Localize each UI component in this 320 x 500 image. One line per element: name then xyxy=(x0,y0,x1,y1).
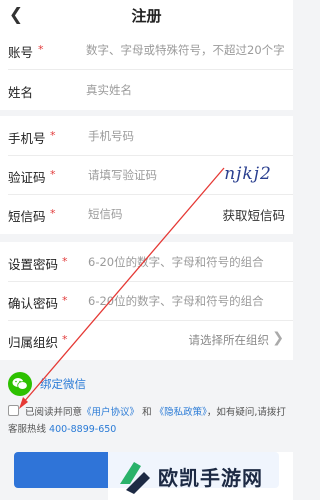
phone-input[interactable]: 手机号码 xyxy=(88,128,134,144)
password-row: 设置密码 * 6-20位的数字、字母和符号的组合 xyxy=(0,242,293,282)
confirm-password-label: 确认密码 xyxy=(8,296,59,311)
privacy-policy-link[interactable]: 《隐私政策》 xyxy=(155,407,207,418)
hotline-number[interactable]: 400-8899-650 xyxy=(49,424,116,435)
required-mark: * xyxy=(38,43,44,56)
name-label: 姓名 xyxy=(8,85,34,100)
page-title: 注册 xyxy=(131,7,162,25)
user-agreement-link[interactable]: 《用户协议》 xyxy=(82,407,139,418)
watermark: 欧凯手游网 xyxy=(108,452,293,500)
account-label: 账号 xyxy=(8,45,34,60)
organization-row[interactable]: 归属组织 * 请选择所在组织 ❯ xyxy=(0,320,293,360)
chevron-right-icon: ❯ xyxy=(272,330,284,346)
watermark-logo-icon xyxy=(120,462,150,494)
captcha-input[interactable]: 请填写验证码 xyxy=(88,167,157,183)
confirm-password-input[interactable]: 6-20位的数字、字母和符号的组合 xyxy=(88,293,264,309)
required-mark: * xyxy=(50,168,56,181)
bind-wechat-label: 绑定微信 xyxy=(40,377,86,391)
account-row: 账号 * 数字、字母或特殊符号，不超过20个字 xyxy=(0,30,293,70)
sms-input[interactable]: 短信码 xyxy=(88,206,123,222)
agreement-text: 已阅读并同意《用户协议》 和 《隐私政策》，如有疑问,请拨打客服热线 400-8… xyxy=(8,404,290,438)
agreement-and: 和 xyxy=(142,407,152,418)
required-mark: * xyxy=(62,255,68,268)
confirm-password-row: 确认密码 * 6-20位的数字、字母和符号的组合 xyxy=(0,281,293,321)
sms-row: 短信码 * 短信码 获取短信码 xyxy=(0,194,293,234)
account-card: 账号 * 数字、字母或特殊符号，不超过20个字 姓名 真实姓名 xyxy=(0,30,293,110)
bind-wechat-button[interactable]: 绑定微信 xyxy=(8,371,86,397)
password-input[interactable]: 6-20位的数字、字母和符号的组合 xyxy=(88,254,264,270)
nav-header: ❮ 注册 xyxy=(0,0,293,30)
account-input[interactable]: 数字、字母或特殊符号，不超过20个字 xyxy=(86,42,285,58)
required-mark: * xyxy=(62,294,68,307)
captcha-label: 验证码 xyxy=(8,170,46,185)
required-mark: * xyxy=(62,333,68,346)
organization-label: 归属组织 xyxy=(8,335,59,350)
required-mark: * xyxy=(50,207,56,220)
name-row: 姓名 真实姓名 xyxy=(0,70,293,110)
get-sms-code-button[interactable]: 获取短信码 xyxy=(222,205,285,224)
sms-label: 短信码 xyxy=(8,209,46,224)
verification-card: 手机号 * 手机号码 验证码 * 请填写验证码 njkj2 短信码 * 短信码 … xyxy=(0,116,293,234)
agree-checkbox[interactable] xyxy=(8,405,19,416)
password-label: 设置密码 xyxy=(8,257,59,272)
phone-row: 手机号 * 手机号码 xyxy=(0,116,293,156)
phone-label: 手机号 xyxy=(8,131,46,146)
watermark-text: 欧凯手游网 xyxy=(158,465,263,490)
required-mark: * xyxy=(50,129,56,142)
name-input[interactable]: 真实姓名 xyxy=(86,82,132,98)
organization-select[interactable]: 请选择所在组织 xyxy=(189,332,270,348)
captcha-image[interactable]: njkj2 xyxy=(215,160,281,188)
password-card: 设置密码 * 6-20位的数字、字母和符号的组合 确认密码 * 6-20位的数字… xyxy=(0,242,293,360)
wechat-icon xyxy=(8,372,32,396)
agreement-prefix: 已阅读并同意 xyxy=(25,407,83,418)
captcha-row: 验证码 * 请填写验证码 njkj2 xyxy=(0,155,293,195)
